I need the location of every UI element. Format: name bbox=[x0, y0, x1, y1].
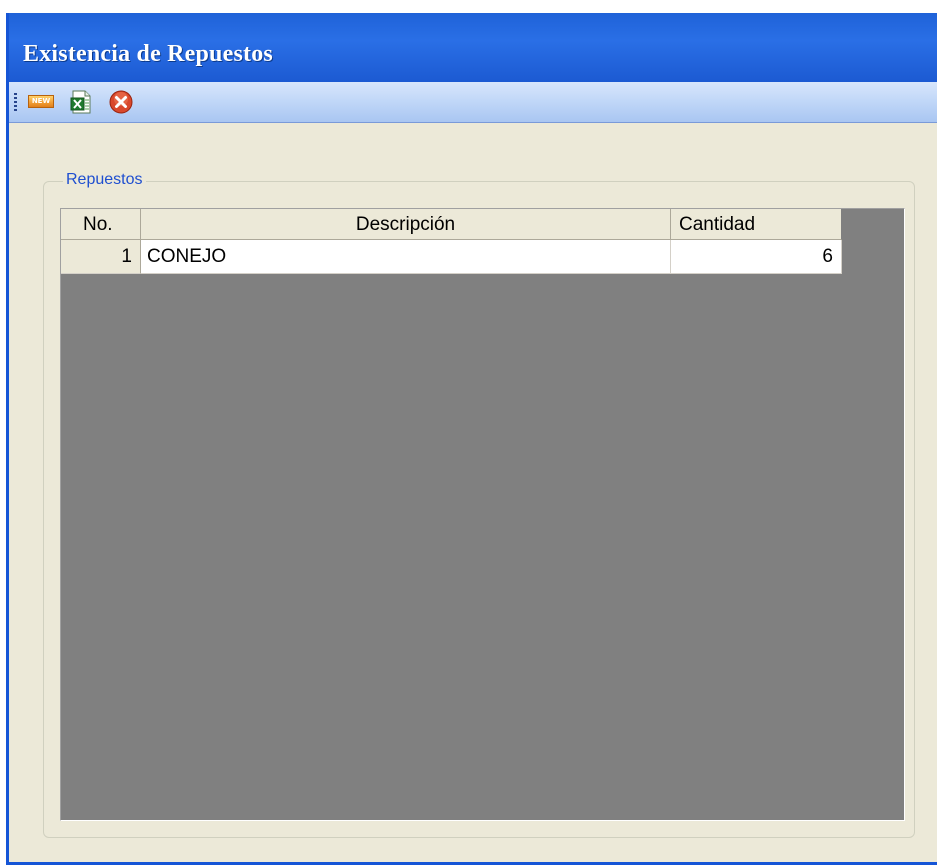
column-header-descripcion[interactable]: Descripción bbox=[141, 209, 671, 240]
window-title: Existencia de Repuestos bbox=[23, 41, 273, 67]
new-icon: NEW bbox=[28, 95, 54, 108]
column-header-cantidad[interactable]: Cantidad bbox=[671, 209, 842, 240]
repuestos-grid[interactable]: No. Descripción Cantidad 1 CONEJO 6 bbox=[60, 208, 905, 821]
table-row[interactable]: 1 CONEJO 6 bbox=[61, 240, 842, 274]
report-window: Existencia de Repuestos NEW Repuestos No… bbox=[6, 13, 937, 865]
cantidad-cell[interactable]: 6 bbox=[671, 240, 842, 274]
descripcion-cell[interactable]: CONEJO bbox=[141, 240, 671, 274]
title-bar: Existencia de Repuestos bbox=[9, 13, 937, 82]
close-button[interactable] bbox=[107, 89, 135, 115]
toolbar-grip[interactable] bbox=[14, 93, 17, 113]
row-number-cell[interactable]: 1 bbox=[61, 240, 141, 274]
toolbar: NEW bbox=[9, 82, 937, 123]
grid-header: No. Descripción Cantidad bbox=[61, 209, 842, 240]
close-icon bbox=[109, 90, 133, 114]
groupbox-label: Repuestos bbox=[63, 171, 146, 189]
new-button[interactable]: NEW bbox=[27, 89, 55, 115]
column-header-no[interactable]: No. bbox=[61, 209, 141, 240]
excel-icon bbox=[70, 90, 91, 114]
export-excel-button[interactable] bbox=[67, 89, 95, 115]
